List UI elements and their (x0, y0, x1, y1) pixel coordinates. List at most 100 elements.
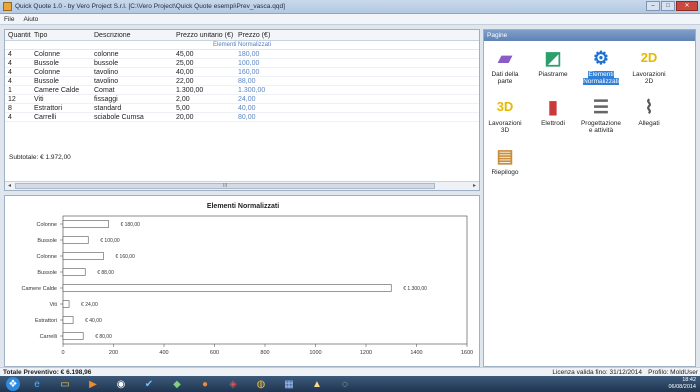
category-label: Colonne (37, 254, 58, 260)
page-item-label: Dati della parte (491, 71, 519, 85)
page-item[interactable]: 3D Lavorazioni 3D (484, 96, 526, 134)
bar (62, 236, 89, 244)
menu-file[interactable]: File (4, 16, 14, 23)
table-row[interactable]: 8 Estrattori standard 5,00 40,00 (5, 104, 479, 113)
cell-quantity: 1 (8, 87, 12, 94)
part-data-icon: ▰ (498, 48, 512, 68)
horizontal-scrollbar[interactable]: ◂ ▸ III (5, 181, 479, 190)
value-label: € 160,00 (115, 254, 135, 260)
explorer-icon[interactable]: ▭ (54, 377, 76, 391)
cell-price: 88,00 (238, 78, 256, 85)
value-label: € 180,00 (120, 222, 140, 228)
app-icon-2[interactable]: ✔ (138, 377, 160, 391)
cell-quantity: 4 (8, 114, 12, 121)
cell-price: 40,00 (238, 105, 256, 112)
x-tick-label: 1600 (461, 350, 473, 356)
app-icon-5[interactable]: ▦ (278, 377, 300, 391)
cell-unit-price: 5,00 (176, 105, 190, 112)
app-icon-4[interactable]: ◈ (222, 377, 244, 391)
page-item-label: Lavorazioni 2D (632, 71, 666, 85)
value-label: € 80,00 (95, 334, 112, 340)
col-quantity[interactable]: Quantità (5, 32, 31, 39)
chart-panel: Elementi Normalizzati Colonne € 180,00 Buss… (4, 195, 480, 367)
table-row[interactable]: 4 Colonne colonne 45,00 180,00 (5, 50, 479, 59)
table-row[interactable]: 4 Carrelli sciabole Cumsa 20,00 80,00 (5, 113, 479, 122)
bar (62, 332, 84, 340)
grid-header: Quantità Tipo Descrizione Prezzo unitari… (5, 30, 479, 41)
cell-quantity: 8 (8, 105, 12, 112)
ie-icon[interactable]: e (26, 377, 48, 391)
cell-unit-price: 40,00 (176, 69, 194, 76)
app-icon-6[interactable]: ▲ (306, 377, 328, 391)
page-item[interactable]: ▤ Riepilogo (484, 145, 526, 176)
table-row[interactable]: 4 Bussole bussole 25,00 100,00 (5, 59, 479, 68)
value-label: € 88,00 (97, 270, 114, 276)
window-title: Quick Quote 1.0 - by Vero Project S.r.l.… (15, 3, 285, 10)
cell-type: Estrattori (34, 105, 63, 112)
page-item[interactable]: ▮ Elettrodi (532, 96, 574, 127)
col-description[interactable]: Descrizione (91, 32, 173, 39)
cell-quantity: 4 (8, 69, 12, 76)
cell-price: 100,00 (238, 60, 260, 67)
cell-description: standard (94, 105, 122, 112)
firefox-icon[interactable]: ● (194, 377, 216, 391)
menu-help[interactable]: Aiuto (23, 16, 38, 23)
cell-type: Carrelli (34, 114, 57, 121)
items-grid[interactable]: Quantità Tipo Descrizione Prezzo unitari… (4, 29, 480, 191)
plot-area (62, 215, 468, 345)
cell-quantity: 4 (8, 51, 12, 58)
app-icon-3[interactable]: ◆ (166, 377, 188, 391)
close-button[interactable]: ✕ (676, 1, 698, 11)
scroll-left-icon[interactable]: ◂ (5, 182, 14, 190)
chrome-icon[interactable]: ◍ (250, 377, 272, 391)
machining-2d-icon: 2D (640, 50, 658, 65)
table-row[interactable]: 1 Camere Calde Comat 1.300,00 1.300,00 (5, 86, 479, 95)
scroll-right-icon[interactable]: ▸ (470, 182, 479, 190)
bar (62, 316, 74, 324)
machining-3d-icon: 3D (496, 99, 514, 114)
maximize-button[interactable]: □ (661, 1, 675, 11)
x-tick-label: 1200 (360, 350, 372, 356)
page-item-label: Piastrame (538, 71, 568, 78)
page-item[interactable]: 2D Lavorazioni 2D (628, 47, 670, 85)
system-clock[interactable]: 18:42 06/08/2014 (668, 377, 696, 391)
page-item[interactable]: ☰ Progettazione e attività (580, 96, 622, 134)
title-bar: Quick Quote 1.0 - by Vero Project S.r.l.… (0, 0, 700, 14)
cell-type: Viti (34, 96, 44, 103)
col-type[interactable]: Tipo (31, 32, 91, 39)
media-player-icon[interactable]: ▶ (82, 377, 104, 391)
cell-price: 24,00 (238, 96, 256, 103)
cell-unit-price: 2,00 (176, 96, 190, 103)
cell-description: Comat (94, 87, 115, 94)
design-activities-icon: ☰ (592, 97, 610, 117)
cell-type: Bussole (34, 60, 59, 67)
table-row[interactable]: 12 Viti fissaggi 2,00 24,00 (5, 95, 479, 104)
page-item[interactable]: ▰ Dati della parte (484, 47, 526, 85)
x-tick-label: 200 (109, 350, 118, 356)
col-unit-price[interactable]: Prezzo unitario (€) (173, 32, 235, 39)
start-button[interactable]: ❖ (6, 377, 20, 391)
col-price[interactable]: Prezzo (€) (235, 32, 295, 39)
chart-title: Elementi Normalizzati (207, 203, 279, 210)
table-row[interactable]: 4 Bussole tavolino 22,00 88,00 (5, 77, 479, 86)
page-item-label: Elettrodi (541, 120, 565, 127)
page-item[interactable]: ⚙ Elementi Normalizzati (580, 47, 622, 85)
category-label: Camere Calde (22, 286, 57, 292)
bar (62, 284, 392, 292)
category-label: Carrelli (40, 334, 57, 340)
cell-description: colonne (94, 51, 119, 58)
minimize-button[interactable]: – (646, 1, 660, 11)
x-tick-label: 1400 (410, 350, 422, 356)
table-row[interactable]: 4 Colonne tavolino 40,00 160,00 (5, 68, 479, 77)
cell-type: Camere Calde (34, 87, 80, 94)
page-item[interactable]: ◩ Piastrame (532, 47, 574, 78)
pages-panel: Pagine ▰ Dati della parte ◩ Piastrame ⚙ Eleme… (483, 29, 696, 367)
value-label: € 24,00 (81, 302, 98, 308)
x-tick-label: 1000 (309, 350, 321, 356)
electrodes-icon: ▮ (548, 97, 558, 117)
x-tick-label: 0 (61, 350, 64, 356)
app-icon-1[interactable]: ◉ (110, 377, 132, 391)
cell-description: fissaggi (94, 96, 118, 103)
app-icon-7[interactable]: ◌ (334, 377, 356, 391)
page-item[interactable]: ⌇ Allegati (628, 96, 670, 127)
